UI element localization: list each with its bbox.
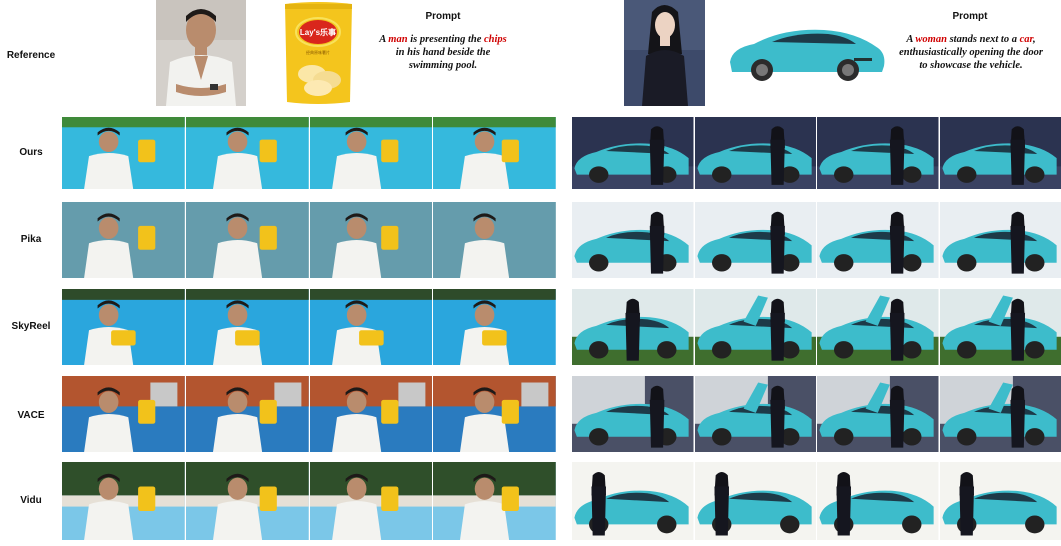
- video-frame-2: [694, 289, 816, 365]
- video-frame-4: [939, 462, 1061, 540]
- frames-vace-man: [62, 376, 556, 452]
- video-frame-2: [694, 117, 816, 189]
- video-frame-3: [309, 462, 433, 540]
- video-frame-2: [185, 289, 309, 365]
- video-frame-4: [433, 289, 556, 365]
- frames-vace-woman: [572, 376, 1061, 452]
- video-frame-1: [572, 462, 694, 540]
- video-frame-1: [572, 376, 694, 452]
- video-frame-3: [309, 376, 433, 452]
- video-frame-3: [309, 289, 433, 365]
- row-label-vace: VACE: [17, 410, 45, 421]
- video-frame-2: [185, 376, 309, 452]
- chips-small-text: 经典原味薯片: [306, 49, 330, 55]
- reference-car-image: [724, 18, 888, 88]
- right-prompt-text: A woman stands next to a car, enthusiast…: [899, 34, 1043, 71]
- prompt-keyword: chips: [484, 34, 507, 45]
- video-frame-2: [694, 202, 816, 278]
- frames-ours-man: [62, 117, 556, 189]
- video-frame-2: [694, 462, 816, 540]
- reference-chips-image: Lay's乐事 经典原味薯片: [282, 0, 355, 106]
- video-frame-1: [572, 202, 694, 278]
- video-frame-2: [185, 462, 309, 540]
- reference-row-label: Reference: [6, 50, 56, 61]
- video-frame-2: [185, 117, 309, 189]
- video-frame-3: [817, 462, 939, 540]
- prompt-keyword: woman: [915, 34, 947, 45]
- reference-man-image: [156, 0, 246, 106]
- frames-pika-woman: [572, 202, 1061, 278]
- chips-brand-text: Lay's乐事: [300, 27, 336, 37]
- frames-skyreel-man: [62, 289, 556, 365]
- video-frame-2: [185, 202, 309, 278]
- video-frame-1: [572, 289, 694, 365]
- video-frame-1: [62, 202, 185, 278]
- video-frame-4: [939, 117, 1061, 189]
- video-frame-4: [939, 289, 1061, 365]
- video-frame-4: [939, 376, 1061, 452]
- video-frame-1: [62, 376, 185, 452]
- row-label-vidu: Vidu: [20, 495, 42, 506]
- video-frame-4: [433, 117, 556, 189]
- left-prompt-title: Prompt: [425, 11, 461, 22]
- video-frame-1: [62, 289, 185, 365]
- reference-woman-image: [624, 0, 705, 106]
- video-frame-1: [572, 117, 694, 189]
- row-label-pika: Pika: [20, 234, 42, 245]
- video-frame-3: [817, 376, 939, 452]
- video-frame-3: [817, 289, 939, 365]
- video-frame-4: [433, 462, 556, 540]
- frames-vidu-woman: [572, 462, 1061, 540]
- video-frame-4: [433, 376, 556, 452]
- row-label-skyreel: SkyReel: [11, 321, 51, 332]
- row-label-ours: Ours: [19, 147, 43, 158]
- video-frame-3: [309, 117, 433, 189]
- video-frame-1: [62, 117, 185, 189]
- video-frame-3: [817, 202, 939, 278]
- frames-pika-man: [62, 202, 556, 278]
- prompt-keyword: car: [1019, 34, 1033, 45]
- frames-skyreel-woman: [572, 289, 1061, 365]
- left-prompt-text: A man is presenting the chips in his han…: [379, 34, 507, 71]
- video-frame-3: [817, 117, 939, 189]
- frames-ours-woman: [572, 117, 1061, 189]
- prompt-keyword: man: [388, 34, 408, 45]
- video-frame-4: [433, 202, 556, 278]
- video-frame-4: [939, 202, 1061, 278]
- video-frame-1: [62, 462, 185, 540]
- right-prompt-title: Prompt: [952, 11, 988, 22]
- frames-vidu-man: [62, 462, 556, 540]
- video-frame-2: [694, 376, 816, 452]
- video-frame-3: [309, 202, 433, 278]
